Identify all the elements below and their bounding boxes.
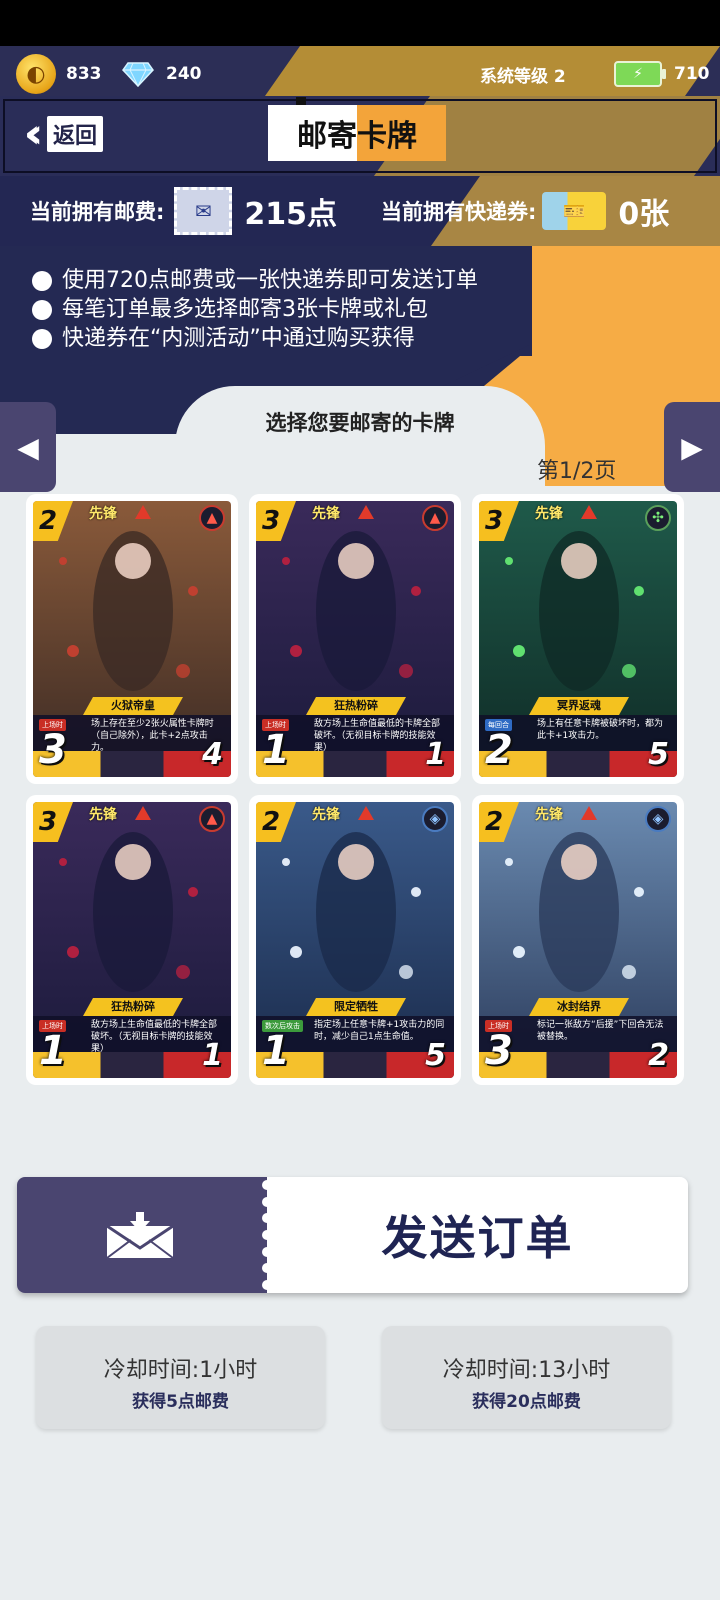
card-item[interactable]: 3 先锋 ✣ 冥界返魂 每回合 场上有任意卡牌被破坏时，都为此卡+1攻击力。 2 5	[472, 494, 684, 784]
card-item[interactable]: 3 先锋 ▲ 狂热粉碎 上场时 敌方场上生命值最低的卡牌全部破坏。（无视目标卡牌的技能效果…	[249, 494, 461, 784]
diamonds-value: 240	[166, 64, 202, 84]
card-attack: 1	[262, 1028, 290, 1074]
card-skill-name: 冰封结界	[529, 998, 629, 1016]
system-level: 系统等级 2	[480, 66, 566, 87]
card-health: 2	[648, 1038, 669, 1073]
element-icon: ▲	[422, 505, 448, 531]
card-role: 先锋	[535, 506, 563, 522]
role-icon	[135, 505, 151, 519]
card-skill-name: 狂热粉碎	[83, 998, 183, 1016]
card-art: 2 先锋 ◈ 限定牺牲 数次后攻击 指定场上任意卡牌+1攻击力的同时，减少自己1点生命值。…	[256, 802, 454, 1078]
bullet-icon	[32, 328, 52, 349]
card-item[interactable]: 3 先锋 ▲ 狂热粉碎 上场时 敌方场上生命值最低的卡牌全部破坏。（无视目标卡牌的技能效果…	[26, 795, 238, 1085]
send-order-button[interactable]: 发送订单	[17, 1177, 688, 1293]
card-attack: 1	[262, 727, 290, 773]
rules-list: 使用720点邮费或一张快递券即可发送订单 每笔订单最多选择邮寄3张卡牌或礼包 快…	[32, 266, 478, 353]
double-chevron-left-icon: ‹‹	[24, 111, 43, 157]
stamp-icon: ✉	[174, 187, 233, 235]
role-icon	[135, 806, 151, 820]
element-icon: ✣	[645, 505, 671, 531]
next-page-button[interactable]: ▶	[664, 402, 720, 492]
card-role: 先锋	[89, 506, 117, 522]
battery-icon: ⚡	[614, 61, 666, 87]
card-health: 1	[425, 737, 446, 772]
express-ticket-icon: 🎫	[542, 192, 607, 230]
page-title: 邮寄卡牌	[268, 97, 446, 161]
coins-value: 833	[66, 64, 102, 84]
card-skill-name: 限定牺牲	[306, 998, 406, 1016]
express-info: 当前拥有快递券: 🎫 0张	[381, 176, 669, 246]
back-button[interactable]: ‹‹ 返回	[24, 114, 103, 154]
rule-item: 快递券在“内测活动”中通过购买获得	[32, 324, 478, 353]
card-role: 先锋	[312, 506, 340, 522]
energy-counter: ⚡ 710	[614, 46, 710, 102]
element-icon: ▲	[199, 806, 225, 832]
card-role: 先锋	[535, 807, 563, 823]
card-health: 5	[425, 1038, 446, 1073]
card-role: 先锋	[312, 807, 340, 823]
energy-value: 710	[674, 64, 710, 84]
resource-bar: ◐ 833 240 系统等级 2 ⚡ 710	[0, 46, 720, 102]
card-health: 4	[202, 737, 223, 772]
triangle-right-icon: ▶	[681, 430, 703, 464]
element-icon: ◈	[422, 806, 448, 832]
role-icon	[581, 806, 597, 820]
element-icon: ◈	[645, 806, 671, 832]
card-attack: 1	[39, 1028, 67, 1074]
card-item[interactable]: 2 先锋 ▲ 火狱帝皇 上场时 场上存在至少2张火属性卡牌时（自己除外），此卡+2点攻击力…	[26, 494, 238, 784]
prev-page-button[interactable]: ◀	[0, 402, 56, 492]
cooldown-reward: 获得5点邮费	[132, 1392, 229, 1412]
card-art: 2 先锋 ◈ 冰封结界 上场时 标记一张敌方“后援”下回合无法被替换。 3 2	[479, 802, 677, 1078]
fees-bar: 当前拥有邮费: ✉ 215点 当前拥有快递券: 🎫 0张	[0, 176, 720, 246]
cooldown-card-1[interactable]: 冷却时间:1小时 获得5点邮费	[36, 1326, 325, 1429]
card-role: 先锋	[89, 807, 117, 823]
role-icon	[581, 505, 597, 519]
back-label: 返回	[46, 116, 103, 152]
card-health: 1	[202, 1038, 223, 1073]
card-art: 3 先锋 ✣ 冥界返魂 每回合 场上有任意卡牌被破坏时，都为此卡+1攻击力。 2 5	[479, 501, 677, 777]
card-attack: 3	[485, 1028, 513, 1074]
select-title: 选择您要邮寄的卡牌	[265, 411, 455, 435]
card-art: 3 先锋 ▲ 狂热粉碎 上场时 敌方场上生命值最低的卡牌全部破坏。（无视目标卡牌的技能效果…	[256, 501, 454, 777]
bullet-icon	[32, 270, 52, 291]
diamonds-counter: 240	[122, 46, 202, 102]
card-skill-name: 狂热粉碎	[306, 697, 406, 715]
coins-counter: ◐ 833	[16, 46, 102, 102]
role-icon	[358, 505, 374, 519]
send-order-label: 发送订单	[381, 1211, 574, 1265]
element-icon: ▲	[199, 505, 225, 531]
postage-value: 215点	[244, 197, 338, 232]
rule-item: 使用720点邮费或一张快递券即可发送订单	[32, 266, 478, 295]
coin-icon: ◐	[16, 54, 56, 94]
bullet-icon	[32, 299, 52, 320]
rule-item: 每笔订单最多选择邮寄3张卡牌或礼包	[32, 295, 478, 324]
card-attack: 2	[485, 727, 513, 773]
card-skill-name: 火狱帝皇	[83, 697, 183, 715]
card-art: 3 先锋 ▲ 狂热粉碎 上场时 敌方场上生命值最低的卡牌全部破坏。（无视目标卡牌的技能效果…	[33, 802, 231, 1078]
page-header: ‹‹ 返回 邮寄卡牌	[0, 96, 720, 176]
role-icon	[358, 806, 374, 820]
cooldown-card-2[interactable]: 冷却时间:13小时 获得20点邮费	[382, 1326, 671, 1429]
card-item[interactable]: 2 先锋 ◈ 限定牺牲 数次后攻击 指定场上任意卡牌+1攻击力的同时，减少自己1点生命值。…	[249, 795, 461, 1085]
envelope-icon	[106, 1212, 174, 1259]
card-item[interactable]: 2 先锋 ◈ 冰封结界 上场时 标记一张敌方“后援”下回合无法被替换。 3 2	[472, 795, 684, 1085]
diamond-icon	[122, 62, 154, 87]
card-health: 5	[648, 737, 669, 772]
card-skill-name: 冥界返魂	[529, 697, 629, 715]
cooldown-reward: 获得20点邮费	[472, 1392, 581, 1412]
postage-info: 当前拥有邮费: ✉ 215点	[30, 176, 337, 246]
card-art: 2 先锋 ▲ 火狱帝皇 上场时 场上存在至少2张火属性卡牌时（自己除外），此卡+2点攻击力…	[33, 501, 231, 777]
cooldown-time: 冷却时间:1小时	[103, 1358, 258, 1383]
page-indicator: 第1/2页	[537, 459, 617, 484]
triangle-left-icon: ◀	[17, 430, 39, 464]
express-value: 0张	[618, 197, 670, 232]
status-bar	[0, 0, 720, 46]
cooldown-time: 冷却时间:13小时	[442, 1358, 611, 1383]
card-attack: 3	[39, 727, 67, 773]
